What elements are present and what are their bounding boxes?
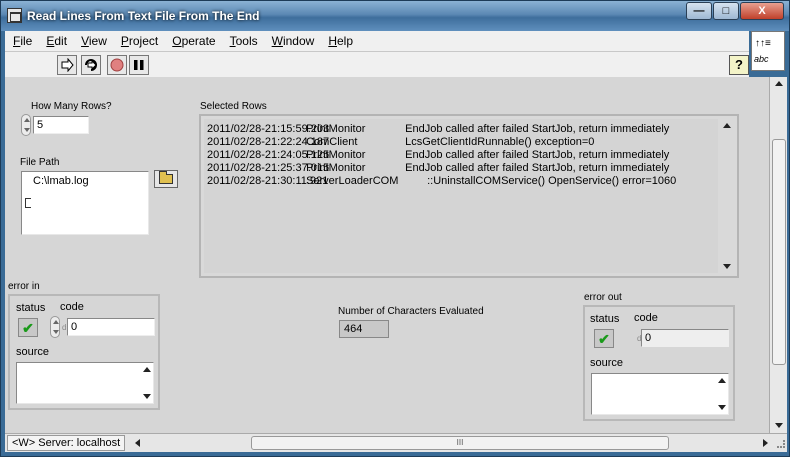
scroll-up-icon[interactable] (143, 367, 151, 372)
maximize-button[interactable]: □ (713, 2, 739, 20)
run-continuously-button[interactable] (81, 55, 101, 75)
pause-icon (134, 60, 144, 70)
folder-icon (159, 171, 173, 184)
front-panel: How Many Rows? 5 File Path C:\lmab.log S… (5, 77, 769, 433)
error-out-status-indicator: ✔ (594, 329, 614, 348)
file-path-value: C:\lmab.log (33, 175, 89, 187)
panel-vertical-scrollbar[interactable] (769, 77, 787, 433)
close-button[interactable]: X (740, 2, 784, 20)
vi-icon[interactable]: ↑↑≡ abc (751, 31, 785, 71)
error-in-source-label: source (16, 346, 50, 358)
status-bar: <W> Server: localhost III (5, 433, 787, 452)
menu-edit[interactable]: Edit (38, 34, 73, 48)
abort-button[interactable] (107, 55, 127, 75)
selected-rows-list: 2011/02/28-21:15:59.203 PrintMonitor End… (207, 123, 676, 188)
file-path-label: File Path (20, 157, 60, 168)
menu-view[interactable]: View (73, 34, 113, 48)
error-in-label: error in (8, 281, 40, 292)
selected-rows-text: 2011/02/28-21:15:59.203 PrintMonitor End… (204, 119, 718, 273)
error-out-code-indicator: 0 (641, 329, 729, 347)
menu-project[interactable]: Project (113, 34, 164, 48)
resize-grip-icon[interactable] (777, 440, 785, 448)
num-chars-indicator: 464 (339, 320, 389, 338)
horizontal-scrollbar-thumb[interactable]: III (251, 436, 669, 450)
window-title: Read Lines From Text File From The End (27, 9, 260, 23)
title-bar[interactable]: Read Lines From Text File From The End —… (1, 1, 789, 31)
vi-icon-bottom: abc (754, 54, 769, 64)
scroll-down-icon[interactable] (143, 394, 151, 399)
menu-help[interactable]: Help (320, 34, 359, 48)
scroll-left-icon[interactable] (135, 439, 140, 447)
rows-increment-decrement[interactable] (21, 114, 31, 136)
scroll-up-icon[interactable] (775, 81, 783, 86)
error-in-code-label: code (60, 301, 84, 313)
list-item: 2011/02/28-21:25:37.015 PrintMonitor End… (207, 162, 670, 174)
error-in-status-label: status (16, 302, 46, 314)
minimize-button[interactable]: — (686, 2, 712, 20)
checkmark-icon: ✔ (598, 330, 610, 347)
toolbar: ? (5, 51, 749, 77)
selected-rows-box[interactable]: 2011/02/28-21:15:59.203 PrintMonitor End… (199, 114, 739, 278)
selected-rows-scrollbar[interactable] (720, 119, 734, 273)
menu-bar: File Edit View Project Operate Tools Win… (5, 31, 749, 51)
menu-tools[interactable]: Tools (222, 34, 264, 48)
error-out-source-label: source (590, 357, 624, 369)
run-arrow-icon (61, 58, 74, 72)
list-item: 2011/02/28-21:22:24.187 ComClient LcsGet… (207, 136, 595, 148)
menu-operate[interactable]: Operate (164, 34, 221, 48)
error-out-status-label: status (590, 313, 620, 325)
menu-window[interactable]: Window (264, 34, 321, 48)
run-continuously-icon (85, 59, 97, 71)
scroll-down-icon[interactable] (718, 405, 726, 410)
scrollbar-thumb[interactable] (772, 139, 786, 365)
selected-rows-label: Selected Rows (200, 101, 267, 112)
browse-button[interactable] (154, 170, 178, 188)
error-in-code-spinner[interactable] (50, 316, 60, 338)
error-in-cluster: status code ✔ d 0 source (8, 294, 160, 410)
error-out-source-indicator (591, 373, 729, 415)
window-controls: — □ X (685, 2, 784, 20)
scroll-up-icon[interactable] (718, 378, 726, 383)
error-in-status-toggle[interactable]: ✔ (18, 318, 38, 337)
error-out-label: error out (584, 292, 622, 303)
scroll-down-icon[interactable] (775, 423, 783, 428)
pause-button[interactable] (129, 55, 149, 75)
error-out-code-label: code (634, 312, 658, 324)
path-type-icon (25, 198, 31, 208)
file-path-input[interactable]: C:\lmab.log (21, 171, 149, 235)
scroll-up-icon[interactable] (723, 123, 731, 128)
menu-file[interactable]: File (5, 34, 38, 48)
error-in-source-input[interactable] (16, 362, 154, 404)
list-item: 2011/02/28-21:15:59.203 PrintMonitor End… (207, 123, 670, 135)
labview-window: Read Lines From Text File From The End —… (0, 0, 790, 457)
rows-label: How Many Rows? (31, 101, 112, 112)
run-button[interactable] (57, 55, 77, 75)
scroll-right-icon[interactable] (763, 439, 768, 447)
list-item: 2011/02/28-21:24:05.125 PrintMonitor End… (207, 149, 670, 161)
app-icon (7, 8, 22, 23)
error-in-code-input[interactable]: 0 (67, 318, 155, 336)
rows-input[interactable]: 5 (33, 116, 89, 134)
context-help-button[interactable]: ? (729, 55, 749, 75)
error-out-cluster: status code ✔ d 0 source (583, 305, 735, 421)
error-in-code-type: d (62, 323, 67, 332)
server-label: <W> Server: localhost (7, 435, 126, 451)
vi-icon-top: ↑↑≡ (755, 38, 771, 49)
checkmark-icon: ✔ (22, 319, 34, 336)
num-chars-label: Number of Characters Evaluated (338, 306, 484, 317)
scroll-down-icon[interactable] (723, 264, 731, 269)
list-item: 2011/02/28-21:30:11.921 ServerLoaderCOM … (207, 175, 677, 187)
abort-icon (110, 58, 124, 72)
